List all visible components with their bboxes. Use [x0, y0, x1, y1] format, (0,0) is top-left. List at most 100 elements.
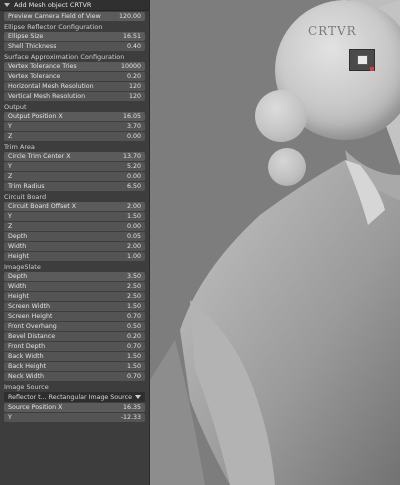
property-field[interactable]: Y 1.50 [4, 212, 145, 221]
dropdown-label: Reflector t... Rectangular Image Source [8, 393, 132, 401]
property-label: Width [8, 283, 27, 290]
panel-body: Preview Camera Field of View 120.00 Ellips… [0, 12, 149, 422]
property-value: 2.50 [126, 293, 141, 300]
small-sphere [255, 90, 307, 142]
property-label: Depth [8, 233, 28, 240]
property-label: Screen Width [8, 303, 50, 310]
property-label: Front Depth [8, 343, 46, 350]
property-value: 120.00 [118, 13, 141, 20]
property-value: 0.40 [126, 43, 141, 50]
property-label: Screen Height [8, 313, 53, 320]
property-label: Front Overhang [8, 323, 57, 330]
property-value: 120 [128, 93, 141, 100]
property-field[interactable]: Back Height 1.50 [4, 362, 145, 371]
property-field[interactable]: Height 1.00 [4, 252, 145, 261]
property-value: 6.50 [126, 183, 141, 190]
property-label: Z [8, 173, 13, 180]
property-value: -12.33 [120, 414, 141, 421]
property-value: 0.00 [126, 173, 141, 180]
property-value: 1.00 [126, 253, 141, 260]
section-heading: ImageSlate [4, 262, 41, 271]
property-field[interactable]: Trim Radius 6.50 [4, 182, 145, 191]
property-field[interactable]: Y 3.70 [4, 122, 145, 131]
property-field[interactable]: Y 5.20 [4, 162, 145, 171]
property-field[interactable]: Vertical Mesh Resolution 120 [4, 92, 145, 101]
property-value: 0.20 [126, 333, 141, 340]
property-value: 0.70 [126, 313, 141, 320]
property-label: Circle Trim Center X [8, 153, 71, 160]
section-heading: Surface Approximation Configuration [4, 52, 125, 61]
property-label: Source Position X [8, 404, 63, 411]
small-sphere [268, 148, 306, 186]
property-field[interactable]: Front Depth 0.70 [4, 342, 145, 351]
property-field[interactable]: Z 0.00 [4, 222, 145, 231]
property-field[interactable]: Ellipse Size 16.51 [4, 32, 145, 41]
property-value: 120 [128, 83, 141, 90]
property-field[interactable]: Back Width 1.50 [4, 352, 145, 361]
property-value: 1.50 [126, 303, 141, 310]
property-field[interactable]: Screen Height 0.70 [4, 312, 145, 321]
property-label: Y [8, 414, 12, 421]
property-field[interactable]: Z 0.00 [4, 172, 145, 181]
property-value: 13.70 [122, 153, 141, 160]
property-value: 3.70 [126, 123, 141, 130]
property-value: 1.50 [126, 213, 141, 220]
property-field[interactable]: Vertex Tolerance Tries 10000 [4, 62, 145, 71]
property-field[interactable]: Vertex Tolerance 0.20 [4, 72, 145, 81]
property-field[interactable]: Preview Camera Field of View 120.00 [4, 12, 145, 21]
property-label: Output Position X [8, 113, 63, 120]
property-field[interactable]: Depth 3.50 [4, 272, 145, 281]
property-label: Vertex Tolerance [8, 73, 61, 80]
property-field[interactable]: Output Position X 16.05 [4, 112, 145, 121]
section-heading: Ellipse Reflector Configuration [4, 22, 103, 31]
property-value: 2.00 [126, 203, 141, 210]
property-field[interactable]: Neck Width 0.70 [4, 372, 145, 381]
chevron-down-icon [135, 395, 141, 399]
property-field[interactable]: Circuit Board Offset X 2.00 [4, 202, 145, 211]
property-label: Vertical Mesh Resolution [8, 93, 86, 100]
panel-header[interactable]: Add Mesh object CRTVR [0, 0, 149, 11]
property-field[interactable]: Circle Trim Center X 13.70 [4, 152, 145, 161]
property-label: Vertex Tolerance Tries [8, 63, 77, 70]
property-label: Preview Camera Field of View [8, 13, 101, 20]
property-field[interactable]: Bevel Distance 0.20 [4, 332, 145, 341]
property-label: Y [8, 213, 12, 220]
property-label: Y [8, 163, 12, 170]
property-field[interactable]: Screen Width 1.50 [4, 302, 145, 311]
property-value: 10000 [120, 63, 141, 70]
property-field[interactable]: Y -12.33 [4, 413, 145, 422]
property-value: 0.70 [126, 343, 141, 350]
operator-panel: Add Mesh object CRTVR Preview Camera Fie… [0, 0, 150, 485]
property-field[interactable]: Height 2.50 [4, 292, 145, 301]
property-field[interactable]: Z 0.00 [4, 132, 145, 141]
property-label: Y [8, 123, 12, 130]
property-field[interactable]: Width 2.00 [4, 242, 145, 251]
property-value: 0.05 [126, 233, 141, 240]
property-field[interactable]: Width 2.50 [4, 282, 145, 291]
property-label: Height [8, 293, 29, 300]
property-field[interactable]: Source Position X 16.35 [4, 403, 145, 412]
property-label: Back Height [8, 363, 47, 370]
property-field[interactable]: Front Overhang 0.50 [4, 322, 145, 331]
property-label: Z [8, 133, 13, 140]
section-heading: Trim Area [4, 142, 35, 151]
section-heading: Image Source [4, 382, 49, 391]
image-source-dropdown[interactable]: Reflector t... Rectangular Image Source [4, 392, 145, 402]
section-heading: Circuit Board [4, 192, 47, 201]
property-field[interactable]: Horizontal Mesh Resolution 120 [4, 82, 145, 91]
property-value: 5.20 [126, 163, 141, 170]
viewport-object-label: CRTVR [308, 24, 357, 38]
property-value: 16.05 [122, 113, 141, 120]
property-value: 0.20 [126, 73, 141, 80]
collapse-triangle-icon[interactable] [4, 3, 10, 7]
property-label: Neck Width [8, 373, 44, 380]
property-label: Z [8, 223, 13, 230]
property-value: 3.50 [126, 273, 141, 280]
property-label: Bevel Distance [8, 333, 56, 340]
property-field[interactable]: Shell Thickness 0.40 [4, 42, 145, 51]
section-heading: Output [4, 102, 27, 111]
property-label: Width [8, 243, 27, 250]
property-field[interactable]: Depth 0.05 [4, 232, 145, 241]
property-value: 2.00 [126, 243, 141, 250]
screen-indicator [370, 67, 374, 71]
